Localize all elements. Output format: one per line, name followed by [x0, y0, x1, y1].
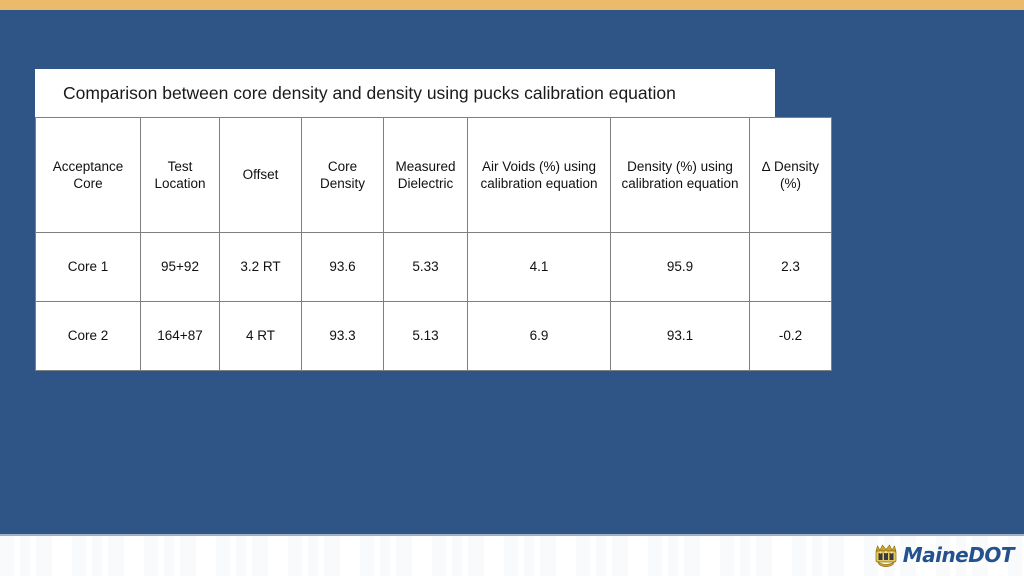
column-header-measured-dielectric: Measured Dielectric [383, 117, 468, 233]
cell-air-voids-calibration: 4.1 [467, 232, 611, 302]
column-header-core-density: Core Density [301, 117, 384, 233]
cell-measured-dielectric: 5.13 [383, 301, 468, 371]
mainedot-logo-text: MaineDOT [902, 543, 1015, 567]
column-header-density-calibration: Density (%) using calibration equation [610, 117, 750, 233]
column-header-delta-density: ∆ Density (%) [749, 117, 832, 233]
table-row: Core 1 95+92 3.2 RT 93.6 5.33 4.1 95.9 2… [35, 232, 832, 302]
cell-acceptance-core: Core 2 [35, 301, 141, 371]
cell-density-calibration: 95.9 [610, 232, 750, 302]
footer-strip: MaineDOT [0, 534, 1024, 576]
cell-offset: 3.2 RT [219, 232, 302, 302]
column-header-test-location: Test Location [140, 117, 220, 233]
mainedot-logo: MaineDOT [873, 540, 1015, 570]
comparison-table: Acceptance Core Test Location Offset Cor… [35, 117, 832, 371]
column-header-offset: Offset [219, 117, 302, 233]
cell-core-density: 93.6 [301, 232, 384, 302]
column-header-air-voids-calibration: Air Voids (%) using calibration equation [467, 117, 611, 233]
cell-acceptance-core: Core 1 [35, 232, 141, 302]
comparison-table-card: Comparison between core density and dens… [35, 69, 832, 371]
column-header-acceptance-core: Acceptance Core [35, 117, 141, 233]
cell-air-voids-calibration: 6.9 [467, 301, 611, 371]
cell-density-calibration: 93.1 [610, 301, 750, 371]
table-header: Acceptance Core Test Location Offset Cor… [35, 117, 832, 233]
table-row: Core 2 164+87 4 RT 93.3 5.13 6.9 93.1 -0… [35, 301, 832, 371]
footer-pattern [0, 536, 1024, 576]
cell-test-location: 164+87 [140, 301, 220, 371]
cell-offset: 4 RT [219, 301, 302, 371]
top-accent-bar [0, 0, 1024, 10]
cell-core-density: 93.3 [301, 301, 384, 371]
cell-delta-density: 2.3 [749, 232, 832, 302]
table-title: Comparison between core density and dens… [35, 69, 775, 117]
table-header-row: Acceptance Core Test Location Offset Cor… [35, 117, 832, 233]
cell-delta-density: -0.2 [749, 301, 832, 371]
cell-test-location: 95+92 [140, 232, 220, 302]
cell-measured-dielectric: 5.33 [383, 232, 468, 302]
table-body: Core 1 95+92 3.2 RT 93.6 5.33 4.1 95.9 2… [35, 232, 832, 371]
state-seal-icon [873, 541, 899, 569]
slide-canvas: Comparison between core density and dens… [0, 0, 1024, 576]
